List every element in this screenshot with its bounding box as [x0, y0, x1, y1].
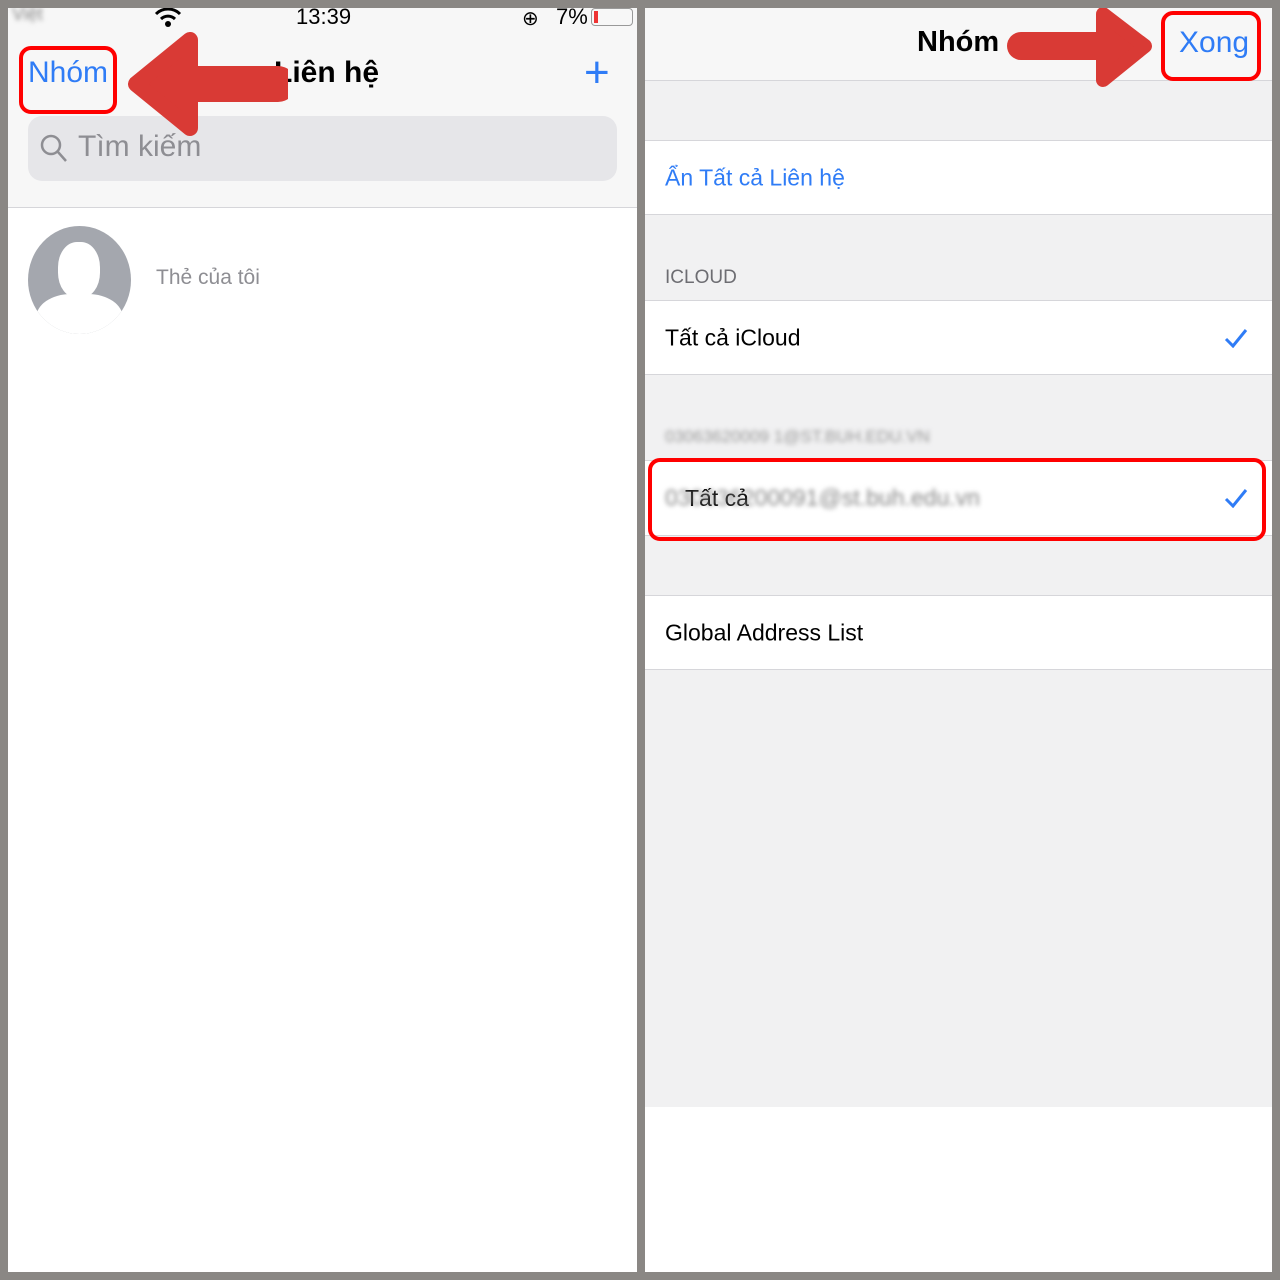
arrow-right-icon: [1007, 8, 1152, 87]
battery-percent: 7%: [556, 8, 588, 29]
highlight-box: [1161, 11, 1261, 81]
wifi-icon: [154, 8, 182, 27]
checkmark-icon: [1224, 328, 1248, 348]
group-row-all-icloud[interactable]: Tất cả iCloud: [645, 300, 1272, 375]
section-header-account: 03063620009 1@ST.BUH.EDU.VN: [665, 427, 930, 446]
page-title: Liên hệ: [274, 56, 380, 89]
status-time: 13:39: [296, 8, 352, 29]
search-input[interactable]: Tìm kiếm: [28, 116, 617, 181]
group-row-global-address-list[interactable]: Global Address List: [645, 595, 1272, 670]
battery-icon: [591, 8, 633, 26]
highlight-box: [648, 458, 1266, 541]
rotation-lock-icon: ⊕: [522, 8, 539, 30]
hide-all-label: Ẩn Tất cả Liên hệ: [665, 164, 845, 190]
group-label: Tất cả iCloud: [665, 324, 801, 350]
avatar[interactable]: [28, 226, 131, 334]
my-card-label[interactable]: Thẻ của tôi: [156, 266, 260, 290]
bottom-area: [645, 1107, 1272, 1272]
page-title: Nhóm: [917, 26, 1000, 58]
plus-icon[interactable]: +: [584, 48, 610, 98]
highlight-box: [19, 46, 117, 114]
group-label: Global Address List: [665, 619, 864, 645]
carrier: Việt: [12, 8, 43, 24]
search-icon: [40, 134, 67, 162]
arrow-left-icon: [128, 32, 288, 136]
groups-screen: Nhóm Xong Ẩn Tất cả Liên hệ ICLOUD Tất c…: [645, 8, 1272, 1272]
hide-all-contacts-button[interactable]: Ẩn Tất cả Liên hệ: [645, 140, 1272, 215]
contacts-screen: Việt 13:39 ⊕ 7% Nhóm Liên hệ + Tìm kiếm …: [8, 8, 637, 1272]
section-header-icloud: ICLOUD: [665, 267, 737, 288]
